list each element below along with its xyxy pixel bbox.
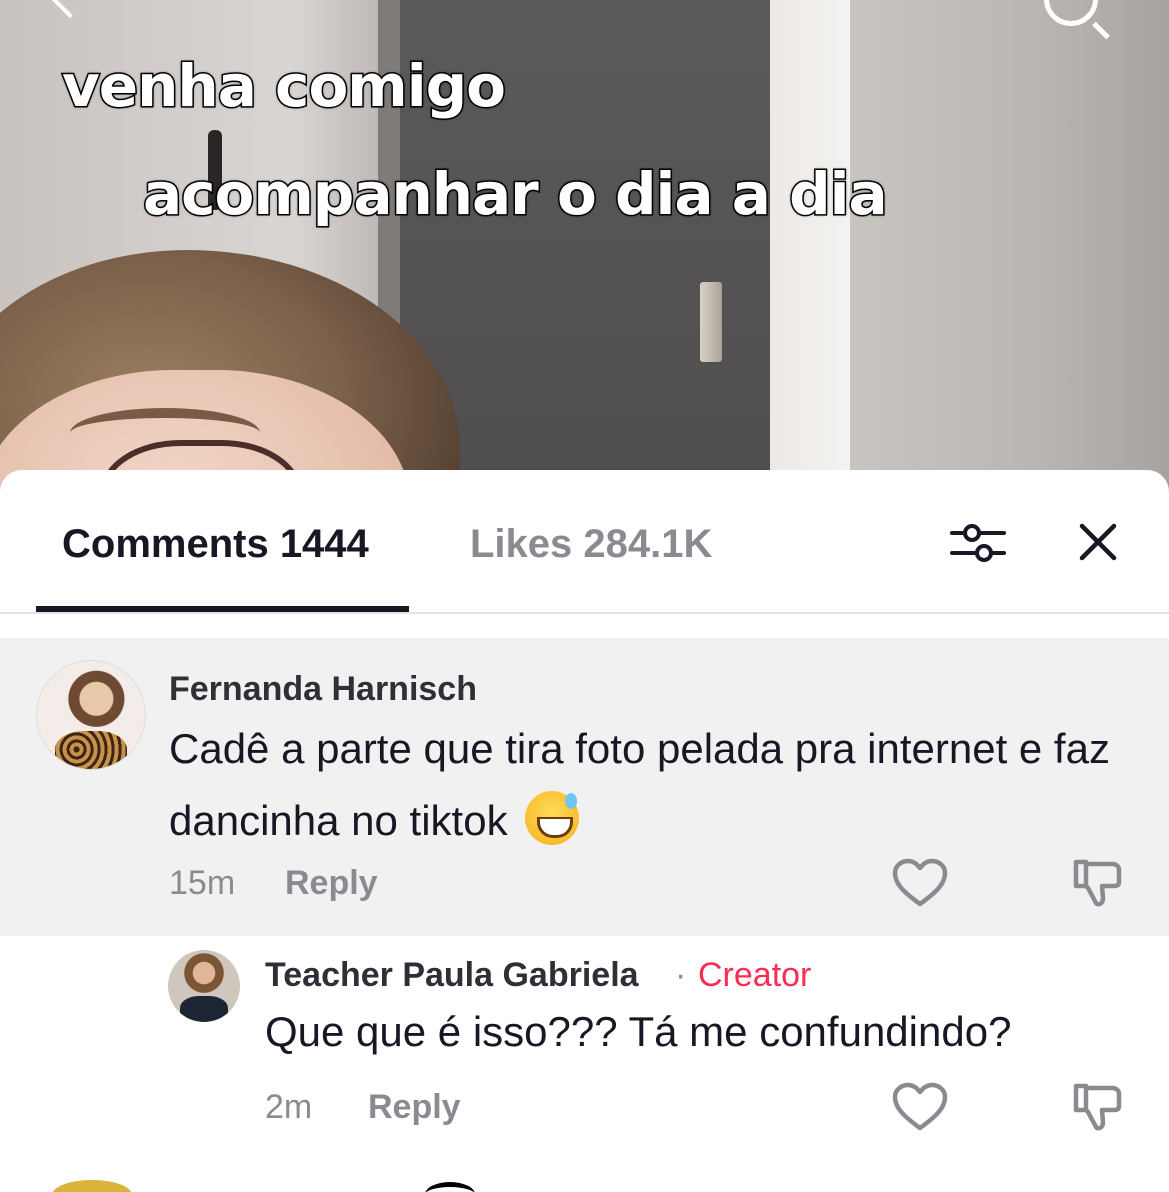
video-frame-detail	[770, 0, 850, 520]
comments-sheet: Comments 1444 Likes 284.1K Fernanda Harn…	[0, 470, 1169, 1192]
video-wall	[850, 0, 1169, 520]
video-player[interactable]: venha comigo acompanhar o dia a dia	[0, 0, 1169, 520]
comment-text: Cadê a parte que tira foto pelada pra in…	[169, 713, 1149, 857]
reply-button[interactable]: Reply	[368, 1088, 461, 1127]
tab-bar: Comments 1444 Likes 284.1K	[0, 470, 1169, 614]
comment-timestamp: 2m	[265, 1088, 313, 1126]
tab-comments[interactable]: Comments 1444	[62, 522, 369, 567]
comment-text: Que que é isso??? Tá me confundindo?	[265, 1008, 1012, 1055]
comment-timestamp: 15m	[169, 864, 236, 902]
reply-item: Teacher Paula Gabriela · Creator Que que…	[0, 936, 1169, 1192]
avatar[interactable]	[36, 660, 146, 770]
close-icon[interactable]	[1076, 520, 1120, 564]
back-icon[interactable]	[48, 0, 92, 19]
dislike-icon[interactable]	[1072, 1080, 1124, 1132]
active-tab-indicator	[36, 606, 409, 612]
filter-icon[interactable]	[950, 522, 1006, 564]
heart-icon[interactable]	[892, 1082, 948, 1132]
avatar[interactable]	[168, 950, 240, 1022]
video-caption-line1: venha comigo	[61, 51, 508, 122]
dislike-icon[interactable]	[1072, 856, 1124, 908]
comment-text-body: Cadê a parte que tira foto pelada pra in…	[169, 725, 1110, 844]
heart-icon[interactable]	[892, 858, 948, 908]
tab-likes[interactable]: Likes 284.1K	[470, 522, 712, 567]
comment-author[interactable]: Fernanda Harnisch	[169, 670, 477, 709]
video-hinge	[700, 282, 722, 362]
author-separator: ·	[675, 956, 687, 994]
sweat-smile-emoji-icon	[525, 791, 580, 845]
creator-badge: Creator	[698, 956, 812, 994]
video-caption-line2: acompanhar o dia a dia	[142, 159, 890, 230]
comment-item: Fernanda Harnisch Cadê a parte que tira …	[0, 638, 1169, 936]
comment-author[interactable]: Teacher Paula Gabriela	[265, 956, 639, 995]
reply-button[interactable]: Reply	[285, 864, 378, 903]
